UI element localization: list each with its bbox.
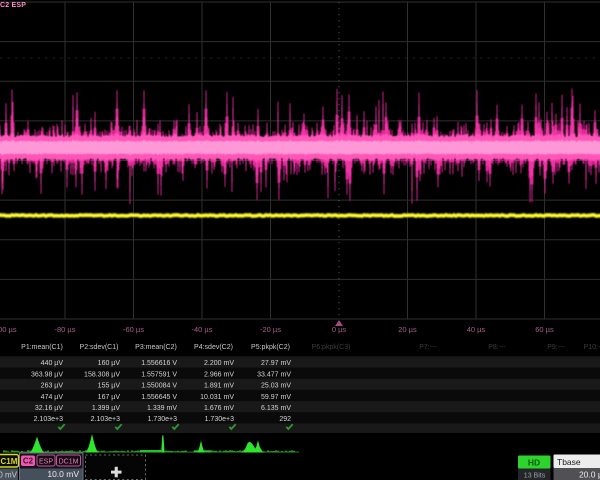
svg-text:ESP: ESP [39, 459, 53, 466]
svg-text:2.966 mV: 2.966 mV [204, 371, 234, 378]
svg-text:0 µs: 0 µs [332, 325, 347, 334]
svg-text:P6:pkpk(C3): P6:pkpk(C3) [312, 344, 351, 351]
svg-text:P4:sdev(C2): P4:sdev(C2) [194, 344, 233, 351]
svg-text:2.200 mV: 2.200 mV [204, 360, 234, 367]
svg-text:167 µV: 167 µV [98, 394, 121, 401]
svg-text:1.550084 V: 1.550084 V [141, 383, 177, 390]
svg-text:-100 µs: -100 µs [0, 325, 17, 334]
svg-text:1.891 mV: 1.891 mV [204, 383, 234, 390]
svg-text:33.477 mV: 33.477 mV [257, 371, 291, 378]
svg-text:C2 ESP: C2 ESP [0, 2, 26, 9]
svg-text:2.103e+3: 2.103e+3 [91, 416, 120, 423]
svg-text:25.03 mV: 25.03 mV [261, 383, 291, 390]
svg-text:20 µs: 20 µs [398, 325, 417, 334]
svg-text:60 µs: 60 µs [535, 325, 554, 334]
svg-text:32.16 µV: 32.16 µV [35, 405, 63, 412]
svg-text:DC1M: DC1M [59, 459, 79, 466]
svg-text:158.308 µV: 158.308 µV [84, 371, 120, 378]
svg-text:10.0 mV: 10.0 mV [47, 469, 79, 479]
svg-text:1.399 µV: 1.399 µV [92, 405, 120, 412]
svg-text:P10:-: P10:- [584, 344, 600, 351]
svg-text:P7:---: P7:--- [419, 344, 437, 351]
svg-text:1.730e+3: 1.730e+3 [148, 416, 177, 423]
svg-text:6.135 mV: 6.135 mV [261, 405, 291, 412]
svg-text:59.97 mV: 59.97 mV [261, 394, 291, 401]
svg-text:1.730e+3: 1.730e+3 [205, 416, 234, 423]
svg-text:27.97 mV: 27.97 mV [261, 360, 291, 367]
svg-text:P1:mean(C1): P1:mean(C1) [21, 344, 63, 351]
svg-text:292: 292 [279, 416, 291, 423]
svg-text:263 µV: 263 µV [41, 383, 64, 390]
svg-text:-40 µs: -40 µs [192, 325, 213, 334]
svg-text:155 µV: 155 µV [98, 383, 121, 390]
svg-text:C1M: C1M [1, 457, 18, 466]
svg-text:10.031 mV: 10.031 mV [200, 394, 234, 401]
svg-text:1.557591 V: 1.557591 V [141, 371, 177, 378]
svg-text:-80 µs: -80 µs [55, 325, 76, 334]
svg-text:40 µs: 40 µs [467, 325, 486, 334]
svg-text:1.676 mV: 1.676 mV [204, 405, 234, 412]
svg-text:Tbase: Tbase [557, 457, 581, 467]
svg-text:P8:---: P8:--- [488, 344, 506, 351]
svg-text:P2:sdev(C1): P2:sdev(C1) [80, 344, 119, 351]
svg-text:1.556645 V: 1.556645 V [141, 394, 177, 401]
svg-text:363.98 µV: 363.98 µV [31, 371, 63, 378]
svg-text:1.339 mV: 1.339 mV [147, 405, 177, 412]
svg-text:474 µV: 474 µV [41, 394, 64, 401]
svg-text:HD: HD [528, 458, 540, 468]
svg-text:20.0 µs: 20.0 µs [579, 470, 600, 480]
svg-text:1.556616 V: 1.556616 V [141, 360, 177, 367]
svg-text:440 µV: 440 µV [41, 360, 64, 367]
svg-text:-20 µs: -20 µs [260, 325, 281, 334]
svg-text:160 µV: 160 µV [98, 360, 121, 367]
svg-text:P5:pkpk(C2): P5:pkpk(C2) [251, 344, 290, 351]
svg-text:P9:---: P9:--- [547, 344, 565, 351]
svg-text:P3:mean(C2): P3:mean(C2) [135, 344, 177, 351]
svg-text:C2: C2 [23, 457, 34, 466]
svg-text:-60 µs: -60 µs [123, 325, 144, 334]
svg-text:13 Bits: 13 Bits [524, 473, 546, 480]
svg-text:0 mV: 0 mV [0, 471, 18, 480]
svg-text:2.103e+3: 2.103e+3 [34, 416, 63, 423]
